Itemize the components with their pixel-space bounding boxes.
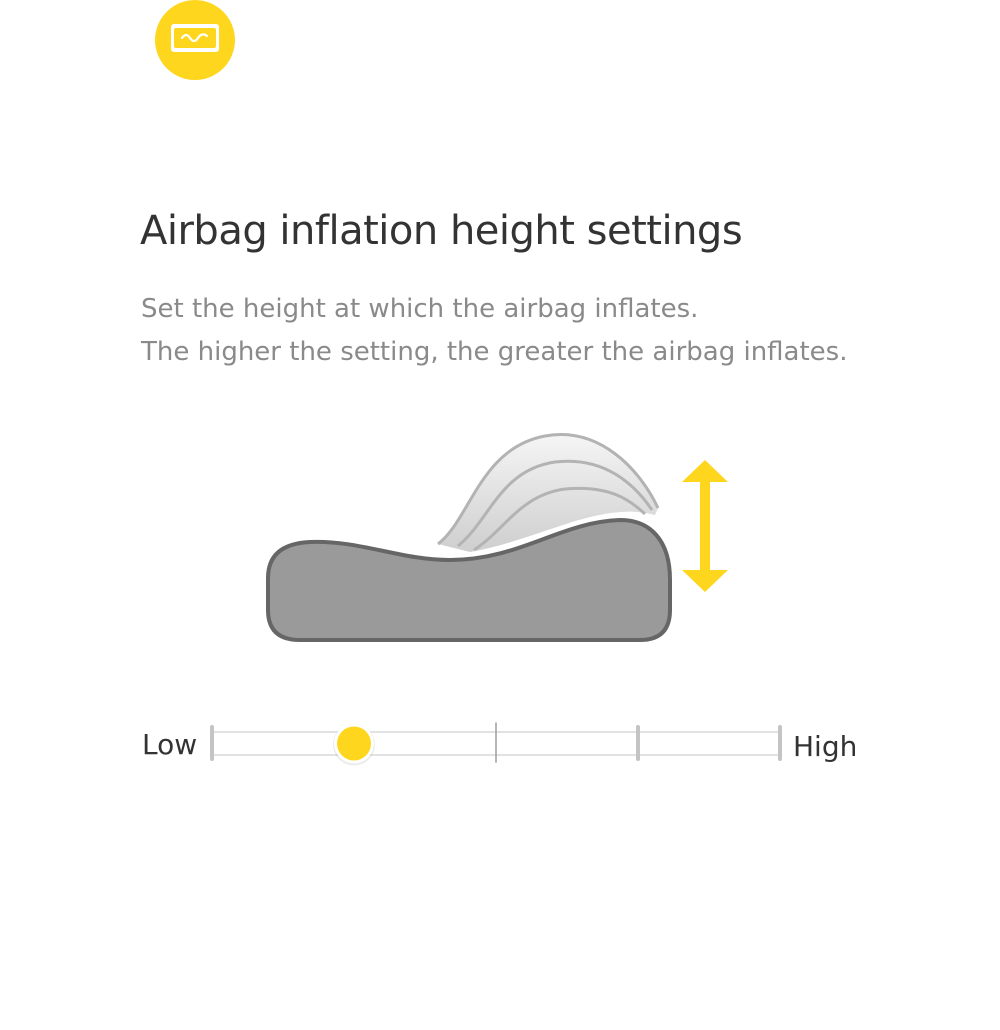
height-slider[interactable]: [0, 0, 1000, 1030]
slider-track[interactable]: [210, 722, 782, 763]
slider-thumb-fill[interactable]: [337, 726, 371, 761]
